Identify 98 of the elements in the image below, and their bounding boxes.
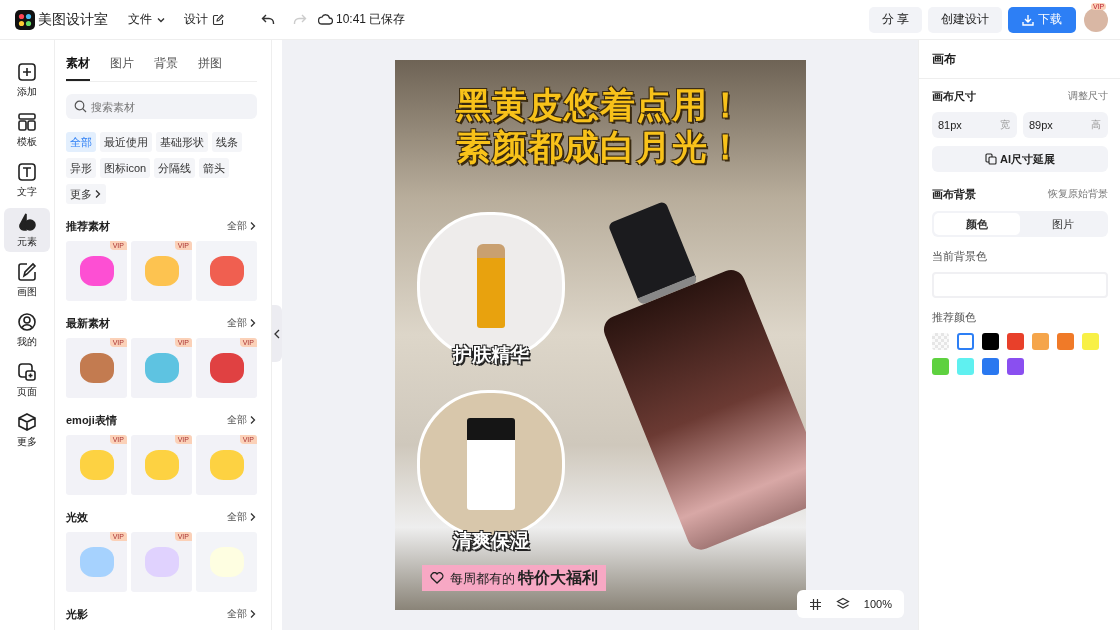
- sidebar-item[interactable]: 画图: [4, 258, 50, 302]
- width-field-box[interactable]: 81px 宽: [932, 112, 1017, 138]
- sidebar-item[interactable]: 页面: [4, 358, 50, 402]
- filter-chip[interactable]: 分隔线: [154, 158, 196, 178]
- resize-link[interactable]: 调整尺寸: [1068, 89, 1108, 103]
- header-button[interactable]: 创建设计: [928, 6, 1002, 33]
- sticker-thumbnail[interactable]: [196, 241, 257, 301]
- sidebar-item[interactable]: 元素: [4, 208, 50, 252]
- color-swatch[interactable]: [1082, 333, 1099, 350]
- collapse-handle[interactable]: [272, 305, 282, 362]
- page-add-icon: [17, 361, 37, 382]
- see-all-link[interactable]: 全部: [227, 219, 257, 233]
- see-all-link[interactable]: 全部: [227, 316, 257, 330]
- product-label: 护肤精华: [452, 342, 529, 368]
- color-swatch[interactable]: [982, 333, 999, 350]
- zoom-level[interactable]: 100%: [863, 598, 892, 610]
- color-swatch[interactable]: [1007, 358, 1024, 375]
- sidebar-item[interactable]: 添加: [4, 58, 50, 102]
- panel-tab[interactable]: 拼图: [198, 55, 222, 81]
- unit-label: 宽: [1000, 118, 1010, 132]
- color-swatch[interactable]: [982, 358, 999, 375]
- header-button[interactable]: 分 享: [868, 6, 922, 33]
- poster-headline: 黑黄皮悠着点用！: [455, 84, 745, 126]
- poster-photo-placeholder[interactable]: 黑黄皮悠着点用！ 素颜都成白月光！ 护肤精华 清爽保湿 每周都有的 特价大福利: [394, 60, 806, 610]
- menu-button[interactable]: 设计: [184, 11, 224, 28]
- color-swatch[interactable]: [1007, 333, 1024, 350]
- filter-chip[interactable]: 图标icon: [100, 158, 151, 178]
- grid-icon[interactable]: [808, 597, 822, 611]
- resize-icon: [985, 153, 997, 165]
- unit-label: 高: [1091, 118, 1101, 132]
- panel-tab[interactable]: 图片: [110, 55, 134, 81]
- filter-chip[interactable]: 基础形状: [156, 132, 208, 152]
- sidebar-item[interactable]: 文字: [4, 158, 50, 202]
- segment-tab[interactable]: 颜色: [934, 213, 1020, 235]
- chevron-right-icon: [249, 318, 257, 328]
- height-field-box[interactable]: 89px 高: [1023, 112, 1108, 138]
- color-swatch[interactable]: [932, 333, 949, 350]
- field-label: 当前背景色: [932, 249, 988, 264]
- cube-icon: [17, 411, 37, 432]
- search-field[interactable]: 搜索素材: [66, 94, 257, 119]
- chevron-right-icon: [94, 189, 102, 199]
- see-all-link[interactable]: 全部: [227, 607, 257, 621]
- edit-icon: [212, 13, 224, 26]
- see-all-link[interactable]: 全部: [227, 413, 257, 427]
- height-field[interactable]: 89px: [1023, 112, 1087, 138]
- color-swatch[interactable]: [957, 358, 974, 375]
- section-title: 光影: [66, 606, 88, 622]
- section-title: 光效: [66, 509, 88, 525]
- panel-tab[interactable]: 素材: [66, 55, 90, 81]
- app-name: 美图设计室: [38, 10, 108, 29]
- app-logo-icon: [15, 9, 35, 30]
- reset-background-link[interactable]: 恢复原始背景: [1048, 187, 1108, 201]
- header-button[interactable]: 下载: [1008, 6, 1076, 33]
- sidebar-item[interactable]: 更多: [4, 408, 50, 452]
- shapes-icon: [17, 211, 37, 232]
- color-swatch[interactable]: [1032, 333, 1049, 350]
- see-all-link[interactable]: 全部: [227, 510, 257, 524]
- chevron-right-icon: [249, 609, 257, 619]
- menu-button[interactable]: 文件: [128, 11, 166, 28]
- text-icon: [17, 161, 37, 182]
- section-title: 推荐素材: [66, 218, 110, 234]
- chevron-right-icon: [249, 512, 257, 522]
- color-swatch[interactable]: [932, 358, 949, 375]
- user-icon: [17, 311, 37, 332]
- download-icon: [1022, 13, 1034, 26]
- product-label: 清爽保湿: [452, 529, 529, 554]
- chevron-right-icon: [249, 415, 257, 425]
- width-field[interactable]: 81px: [932, 112, 996, 138]
- section-title: emoji表情: [66, 412, 117, 428]
- sidebar-item[interactable]: 我的: [4, 308, 50, 352]
- ai-resize-button[interactable]: AI尺寸延展: [932, 146, 1108, 172]
- layout-icon: [17, 111, 37, 132]
- section-title: 最新素材: [66, 315, 110, 331]
- save-status: 10:41 已保存: [336, 11, 406, 28]
- panel-tab[interactable]: 背景: [154, 55, 178, 81]
- chevron-left-icon: [274, 328, 280, 339]
- color-swatch[interactable]: [1057, 333, 1074, 350]
- banner-text: 每周都有的 特价大福利: [449, 567, 599, 588]
- cloud-icon: [318, 13, 333, 26]
- panel-title: 画布: [919, 40, 1120, 79]
- add-icon: [17, 61, 37, 82]
- section-label: 画布尺寸: [932, 88, 976, 104]
- filter-chip[interactable]: 线条: [212, 132, 242, 152]
- filter-chip[interactable]: 箭头: [199, 158, 230, 178]
- sticker-thumbnail[interactable]: [196, 532, 257, 592]
- field-label: 推荐颜色: [932, 310, 977, 325]
- section-label: 画布背景: [932, 186, 976, 202]
- chevron-right-icon: [249, 221, 257, 231]
- poster-headline: 素颜都成白月光！: [455, 126, 745, 168]
- color-swatch[interactable]: [957, 333, 974, 350]
- layers-icon[interactable]: [835, 597, 850, 611]
- sidebar-item[interactable]: 模板: [4, 108, 50, 152]
- draw-icon: [17, 261, 37, 282]
- filter-chip[interactable]: 最近使用: [100, 132, 152, 152]
- heart-icon: [429, 572, 444, 584]
- filter-chip[interactable]: 异形: [66, 158, 96, 178]
- segment-tab[interactable]: 图片: [1020, 213, 1106, 235]
- filter-chip[interactable]: 更多: [66, 184, 106, 204]
